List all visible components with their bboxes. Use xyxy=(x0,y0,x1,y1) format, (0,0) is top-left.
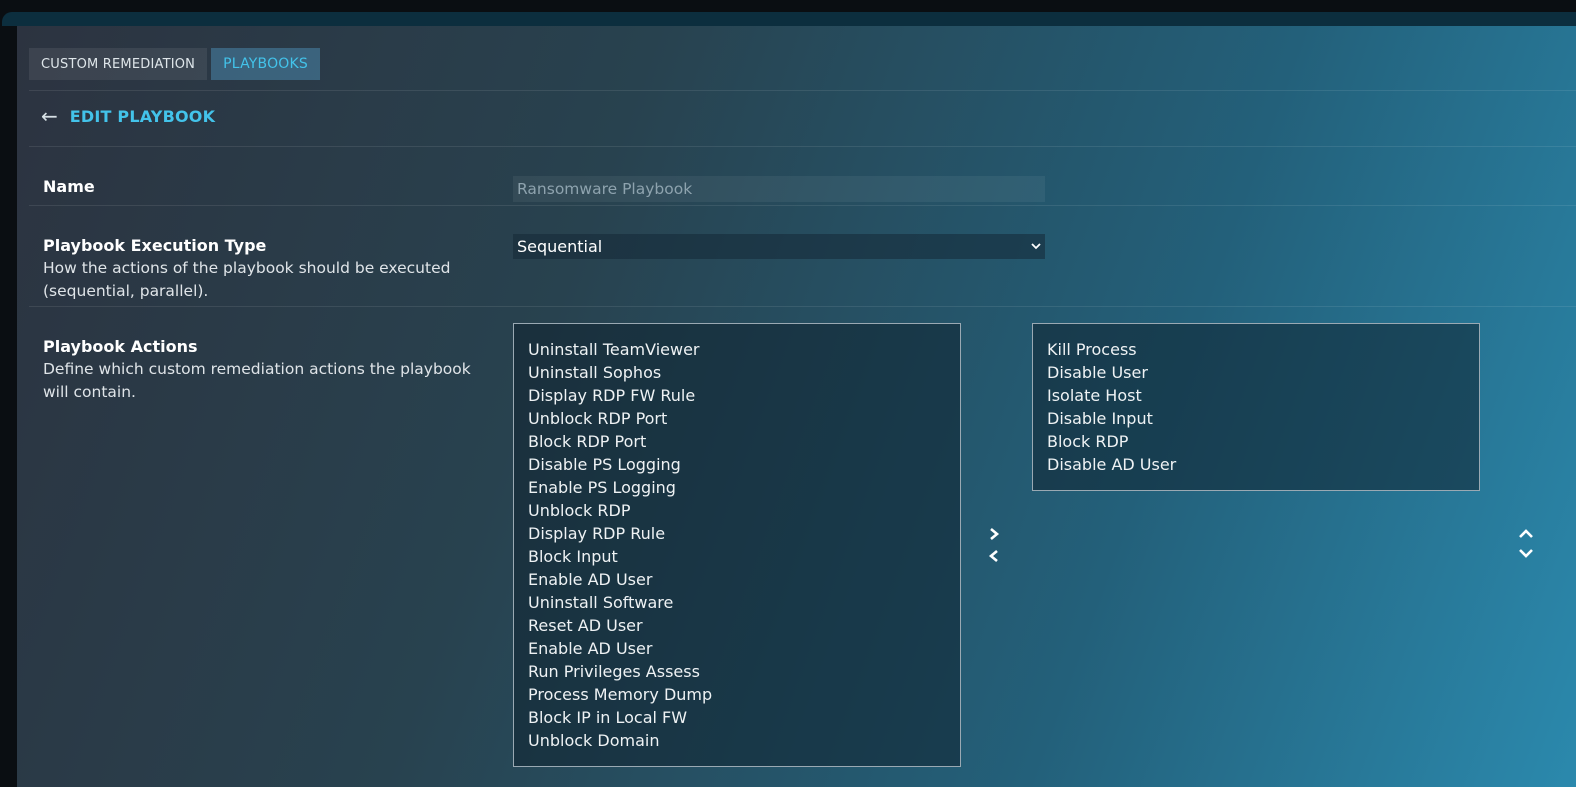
list-item[interactable]: Kill Process xyxy=(1047,338,1465,361)
chevron-up-icon[interactable] xyxy=(1518,527,1536,541)
divider xyxy=(29,205,1576,206)
list-item[interactable]: Disable PS Logging xyxy=(528,453,946,476)
tab-custom-remediation[interactable]: CUSTOM REMEDIATION xyxy=(29,48,208,80)
name-input[interactable] xyxy=(513,176,1045,202)
list-item[interactable]: Uninstall Software xyxy=(528,591,946,614)
tab-bar: CUSTOM REMEDIATION PLAYBOOKS xyxy=(29,48,320,80)
arrow-left-icon[interactable]: ← xyxy=(41,106,58,126)
chevron-left-icon[interactable] xyxy=(987,549,1005,563)
playbook-actions-description: Define which custom remediation actions … xyxy=(43,360,471,401)
execution-type-label: Playbook Execution Type xyxy=(43,236,267,255)
list-item[interactable]: Reset AD User xyxy=(528,614,946,637)
select-value: Sequential xyxy=(517,237,603,256)
list-item[interactable]: Enable AD User xyxy=(528,568,946,591)
list-item[interactable]: Process Memory Dump xyxy=(528,683,946,706)
page-header: ← EDIT PLAYBOOK xyxy=(41,106,215,126)
list-item[interactable]: Enable PS Logging xyxy=(528,476,946,499)
list-item[interactable]: Disable AD User xyxy=(1047,453,1465,476)
list-item[interactable]: Uninstall TeamViewer xyxy=(528,338,946,361)
page-title: EDIT PLAYBOOK xyxy=(69,106,216,126)
list-item[interactable]: Block Input xyxy=(528,545,946,568)
chevron-down-icon xyxy=(1031,240,1041,253)
divider xyxy=(29,90,1576,91)
list-item[interactable]: Unblock RDP Port xyxy=(528,407,946,430)
list-item[interactable]: Isolate Host xyxy=(1047,384,1465,407)
selected-actions-list[interactable]: Kill Process Disable User Isolate Host Disa… xyxy=(1032,323,1480,491)
list-item[interactable]: Block IP in Local FW xyxy=(528,706,946,729)
divider xyxy=(29,306,1576,307)
window-frame: CUSTOM REMEDIATION PLAYBOOKS ← EDIT PLAY… xyxy=(2,12,1576,787)
list-item[interactable]: Enable AD User xyxy=(528,637,946,660)
tab-playbooks[interactable]: PLAYBOOKS xyxy=(211,48,320,80)
list-item[interactable]: Disable User xyxy=(1047,361,1465,384)
divider xyxy=(29,146,1576,147)
list-item[interactable]: Disable Input xyxy=(1047,407,1465,430)
chevron-right-icon[interactable] xyxy=(987,527,1005,541)
list-item[interactable]: Display RDP Rule xyxy=(528,522,946,545)
list-item[interactable]: Unblock RDP xyxy=(528,499,946,522)
list-item[interactable]: Block RDP xyxy=(1047,430,1465,453)
list-item[interactable]: Unblock Domain xyxy=(528,729,946,752)
app-panel: CUSTOM REMEDIATION PLAYBOOKS ← EDIT PLAY… xyxy=(17,26,1576,787)
execution-type-select[interactable]: Sequential xyxy=(513,234,1045,259)
available-actions-list[interactable]: Uninstall TeamViewer Uninstall Sophos Disp… xyxy=(513,323,961,767)
name-label: Name xyxy=(43,177,95,196)
list-item[interactable]: Display RDP FW Rule xyxy=(528,384,946,407)
execution-type-description: How the actions of the playbook should b… xyxy=(43,259,451,300)
chevron-down-icon[interactable] xyxy=(1518,546,1536,560)
playbook-actions-label: Playbook Actions xyxy=(43,337,198,356)
list-item[interactable]: Block RDP Port xyxy=(528,430,946,453)
list-item[interactable]: Run Privileges Assess xyxy=(528,660,946,683)
list-item[interactable]: Uninstall Sophos xyxy=(528,361,946,384)
